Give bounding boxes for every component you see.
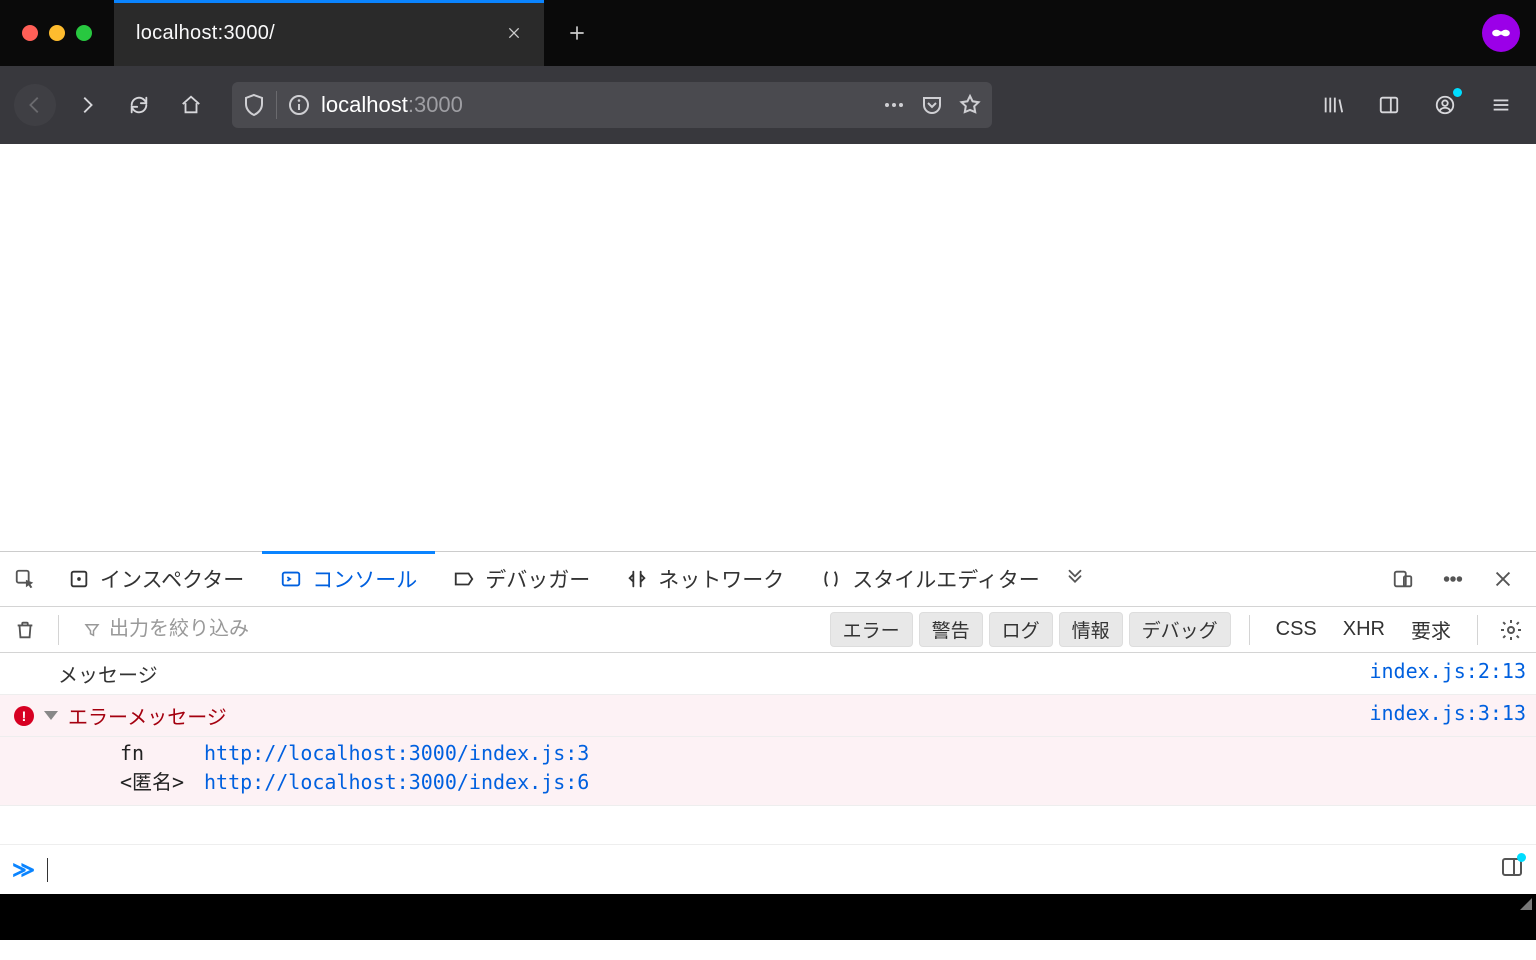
stack-fn-name: <匿名> bbox=[120, 768, 190, 797]
url-text[interactable]: localhost:3000 bbox=[321, 92, 872, 118]
chip-info[interactable]: 情報 bbox=[1059, 612, 1123, 647]
tab-style-editor-label: スタイルエディター bbox=[852, 564, 1040, 594]
tab-debugger[interactable]: デバッガー bbox=[435, 552, 608, 606]
notification-dot-icon bbox=[1517, 853, 1526, 862]
devtools-menu-button[interactable] bbox=[1436, 562, 1470, 596]
url-bar[interactable]: localhost:3000 bbox=[232, 82, 992, 128]
chip-warn[interactable]: 警告 bbox=[919, 612, 983, 647]
tab-inspector-label: インスペクター bbox=[100, 564, 244, 594]
stack-link[interactable]: http://localhost:3000/index.js:6 bbox=[204, 768, 589, 797]
console-toolbar: エラー 警告 ログ 情報 デバッグ CSS XHR 要求 bbox=[0, 607, 1536, 653]
navigation-toolbar: localhost:3000 bbox=[0, 66, 1536, 144]
stack-frame: <匿名> http://localhost:3000/index.js:6 bbox=[120, 768, 1526, 797]
devtools-tabs: インスペクター コンソール デバッガー ネットワーク スタイルエディター bbox=[0, 552, 1536, 607]
filter-requests[interactable]: 要求 bbox=[1403, 615, 1459, 644]
text-caret bbox=[47, 858, 48, 882]
tab-console[interactable]: コンソール bbox=[262, 552, 435, 606]
window-controls bbox=[0, 0, 114, 66]
console-log-row[interactable]: メッセージ index.js:2:13 bbox=[0, 653, 1536, 695]
browser-tab[interactable]: localhost:3000/ bbox=[114, 0, 544, 66]
error-message-text: エラーメッセージ bbox=[68, 701, 227, 730]
devtools-panel: インスペクター コンソール デバッガー ネットワーク スタイルエディター bbox=[0, 551, 1536, 894]
tab-network[interactable]: ネットワーク bbox=[608, 552, 802, 606]
os-bottom-bar bbox=[0, 894, 1536, 940]
tab-debugger-label: デバッガー bbox=[485, 564, 590, 594]
responsive-design-button[interactable] bbox=[1386, 562, 1420, 596]
prompt-icon: ≫ bbox=[12, 857, 35, 883]
error-icon: ! bbox=[14, 706, 34, 726]
tab-style-editor[interactable]: スタイルエディター bbox=[802, 552, 1058, 606]
close-tab-button[interactable] bbox=[502, 21, 526, 45]
account-button[interactable] bbox=[1424, 84, 1466, 126]
bookmark-star-icon[interactable] bbox=[958, 93, 982, 117]
new-tab-button[interactable] bbox=[544, 0, 610, 66]
url-host: localhost bbox=[321, 92, 408, 118]
nav-back-button[interactable] bbox=[14, 84, 56, 126]
window-minimize-button[interactable] bbox=[49, 25, 65, 41]
site-info-icon[interactable] bbox=[287, 93, 311, 117]
page-content bbox=[0, 144, 1536, 551]
url-port: :3000 bbox=[408, 92, 463, 118]
console-error-row[interactable]: ! エラーメッセージ index.js:3:13 bbox=[0, 695, 1536, 737]
tab-inspector[interactable]: インスペクター bbox=[50, 552, 262, 606]
app-menu-button[interactable] bbox=[1480, 84, 1522, 126]
more-tools-button[interactable] bbox=[1058, 562, 1092, 596]
tab-title: localhost:3000/ bbox=[136, 22, 275, 45]
element-picker-button[interactable] bbox=[8, 562, 42, 596]
library-button[interactable] bbox=[1312, 84, 1354, 126]
tab-network-label: ネットワーク bbox=[658, 564, 784, 594]
window-maximize-button[interactable] bbox=[76, 25, 92, 41]
tracking-protection-icon[interactable] bbox=[242, 93, 266, 117]
tab-console-label: コンソール bbox=[312, 564, 417, 594]
nav-forward-button[interactable] bbox=[66, 84, 108, 126]
window-close-button[interactable] bbox=[22, 25, 38, 41]
clear-console-button[interactable] bbox=[10, 615, 40, 645]
console-filter[interactable] bbox=[77, 618, 820, 641]
error-source-link[interactable]: index.js:3:13 bbox=[1359, 701, 1526, 725]
sidebar-toggle-button[interactable] bbox=[1368, 84, 1410, 126]
nav-home-button[interactable] bbox=[170, 84, 212, 126]
filter-xhr[interactable]: XHR bbox=[1335, 618, 1393, 641]
chip-error[interactable]: エラー bbox=[830, 612, 913, 647]
console-filter-input[interactable] bbox=[109, 618, 814, 641]
console-messages: メッセージ index.js:2:13 ! エラーメッセージ index.js:… bbox=[0, 653, 1536, 844]
log-source-link[interactable]: index.js:2:13 bbox=[1359, 659, 1526, 683]
notification-dot-icon bbox=[1453, 88, 1462, 97]
split-console-button[interactable] bbox=[1500, 855, 1524, 884]
chip-debug[interactable]: デバッグ bbox=[1129, 612, 1231, 647]
devtools-close-button[interactable] bbox=[1486, 562, 1520, 596]
funnel-icon bbox=[83, 621, 101, 639]
resize-grip-icon[interactable] bbox=[1520, 898, 1532, 910]
pocket-icon[interactable] bbox=[920, 93, 944, 117]
chip-log[interactable]: ログ bbox=[989, 612, 1053, 647]
filter-css[interactable]: CSS bbox=[1268, 618, 1325, 641]
disclosure-triangle-icon[interactable] bbox=[44, 711, 58, 720]
nav-reload-button[interactable] bbox=[118, 84, 160, 126]
console-settings-button[interactable] bbox=[1496, 615, 1526, 645]
private-browsing-badge bbox=[1482, 0, 1536, 66]
stack-fn-name: fn bbox=[120, 739, 190, 768]
stack-link[interactable]: http://localhost:3000/index.js:3 bbox=[204, 739, 589, 768]
console-input-row[interactable]: ≫ bbox=[0, 844, 1536, 894]
titlebar: localhost:3000/ bbox=[0, 0, 1536, 66]
page-actions-button[interactable] bbox=[882, 93, 906, 117]
log-message-text: メッセージ bbox=[58, 659, 158, 688]
console-level-chips: エラー 警告 ログ 情報 デバッグ bbox=[830, 612, 1231, 647]
stack-frame: fn http://localhost:3000/index.js:3 bbox=[120, 739, 1526, 768]
error-stack-trace: fn http://localhost:3000/index.js:3 <匿名>… bbox=[0, 737, 1536, 805]
